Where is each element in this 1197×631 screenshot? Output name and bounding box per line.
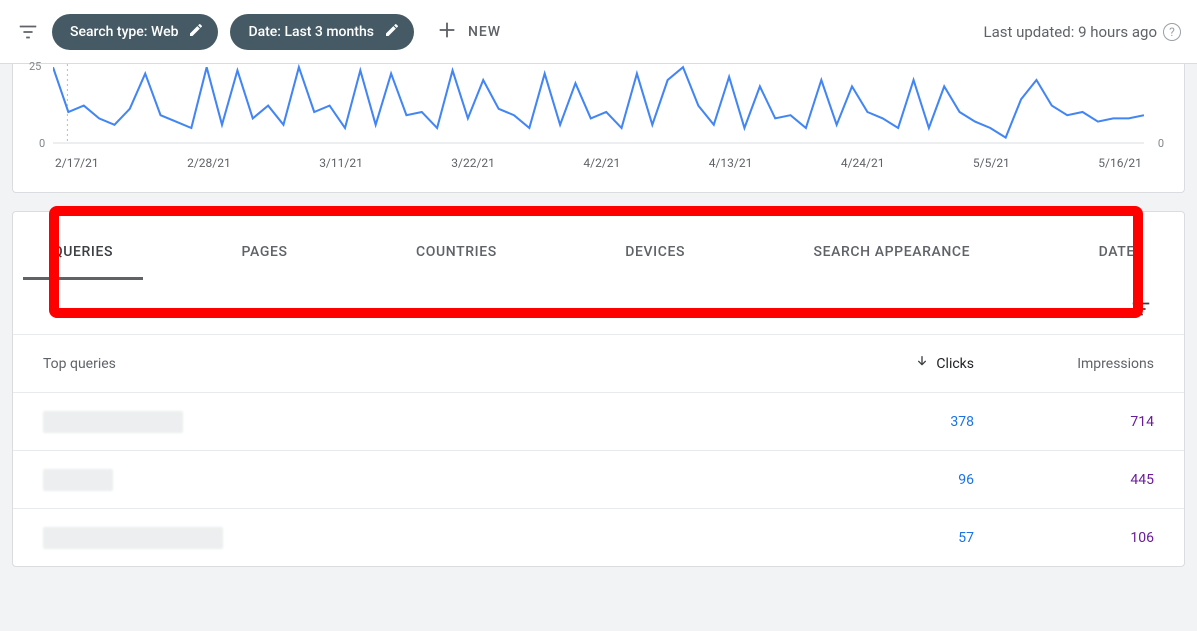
sort-descending-icon bbox=[914, 354, 930, 374]
tab-label: DEVICES bbox=[625, 244, 685, 260]
tab-label: PAGES bbox=[242, 244, 288, 260]
last-updated: Last updated: 9 hours ago ? bbox=[983, 23, 1181, 41]
table-row[interactable]: 57 106 bbox=[13, 508, 1184, 566]
last-updated-text: Last updated: 9 hours ago bbox=[983, 23, 1157, 41]
impressions-cell: 106 bbox=[974, 530, 1154, 546]
column-header-clicks[interactable]: Clicks bbox=[794, 354, 974, 374]
date-range-chip[interactable]: Date: Last 3 months bbox=[230, 14, 414, 50]
tab-label: SEARCH APPEARANCE bbox=[814, 244, 971, 260]
plus-icon bbox=[436, 19, 458, 45]
table-card: QUERIES PAGES COUNTRIES DEVICES SEARCH A… bbox=[12, 211, 1185, 567]
table-header: Top queries Clicks Impressions bbox=[13, 334, 1184, 392]
pencil-icon bbox=[384, 22, 400, 42]
x-tick: 2/17/21 bbox=[55, 156, 99, 170]
filter-bar: Search type: Web Date: Last 3 months NEW… bbox=[0, 0, 1197, 64]
date-range-label: Date: Last 3 months bbox=[248, 24, 374, 40]
new-filter-label: NEW bbox=[468, 24, 501, 40]
x-tick: 4/24/21 bbox=[841, 156, 885, 170]
help-icon[interactable]: ? bbox=[1163, 23, 1181, 41]
column-header-query: Top queries bbox=[43, 356, 794, 372]
x-tick: 4/13/21 bbox=[709, 156, 753, 170]
clicks-cell: 57 bbox=[794, 530, 974, 546]
y-tick: 0 bbox=[1158, 137, 1164, 150]
tab-label: QUERIES bbox=[53, 244, 113, 260]
table-row[interactable]: 378 714 bbox=[13, 392, 1184, 450]
tab-queries[interactable]: QUERIES bbox=[53, 216, 113, 288]
x-tick: 2/28/21 bbox=[187, 156, 231, 170]
query-cell-redacted bbox=[43, 527, 223, 549]
tab-pages[interactable]: PAGES bbox=[242, 216, 288, 288]
tab-label: DATES bbox=[1099, 244, 1144, 260]
tab-dates[interactable]: DATES bbox=[1099, 216, 1144, 288]
column-header-label: Clicks bbox=[936, 356, 974, 372]
y-tick: 0 bbox=[39, 137, 45, 150]
x-tick: 4/2/21 bbox=[583, 156, 620, 170]
impressions-cell: 445 bbox=[974, 472, 1154, 488]
new-filter-button[interactable]: NEW bbox=[426, 11, 511, 53]
table-tabs: QUERIES PAGES COUNTRIES DEVICES SEARCH A… bbox=[13, 212, 1184, 292]
chart-card: 25 0 0 2/17/21 2/28/21 3/11/21 3/22/21 4… bbox=[12, 64, 1185, 193]
filter-icon[interactable] bbox=[16, 20, 40, 44]
query-cell-redacted bbox=[43, 411, 183, 433]
x-tick: 5/16/21 bbox=[1098, 156, 1142, 170]
clicks-cell: 378 bbox=[794, 414, 974, 430]
x-tick: 5/5/21 bbox=[973, 156, 1010, 170]
table-row[interactable]: 96 445 bbox=[13, 450, 1184, 508]
table-filter-icon[interactable] bbox=[1130, 298, 1154, 322]
search-type-label: Search type: Web bbox=[70, 24, 178, 40]
x-tick: 3/22/21 bbox=[451, 156, 495, 170]
clicks-cell: 96 bbox=[794, 472, 974, 488]
tab-devices[interactable]: DEVICES bbox=[625, 216, 685, 288]
pencil-icon bbox=[188, 22, 204, 42]
search-type-chip[interactable]: Search type: Web bbox=[52, 14, 218, 50]
column-header-impressions[interactable]: Impressions bbox=[974, 356, 1154, 372]
x-axis: 2/17/21 2/28/21 3/11/21 3/22/21 4/2/21 4… bbox=[53, 144, 1144, 170]
x-tick: 3/11/21 bbox=[319, 156, 363, 170]
tab-search-appearance[interactable]: SEARCH APPEARANCE bbox=[814, 216, 971, 288]
query-cell-redacted bbox=[43, 469, 113, 491]
tab-countries[interactable]: COUNTRIES bbox=[416, 216, 497, 288]
tab-label: COUNTRIES bbox=[416, 244, 497, 260]
impressions-cell: 714 bbox=[974, 414, 1154, 430]
chart-area: 25 0 0 2/17/21 2/28/21 3/11/21 3/22/21 4… bbox=[13, 64, 1184, 184]
line-chart bbox=[53, 64, 1144, 144]
